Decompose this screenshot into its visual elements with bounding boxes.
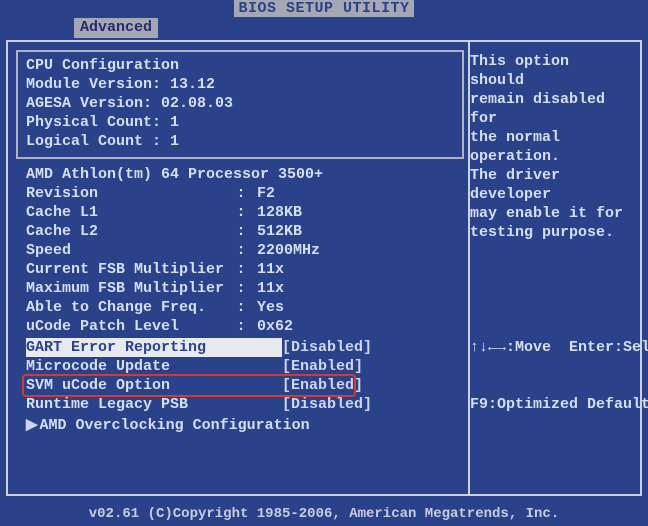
physical-count-row: Physical Count: 1 — [26, 113, 454, 132]
left-panel: CPU Configuration Module Version: 13.12 … — [16, 50, 464, 486]
footer-copyright: v02.61 (C)Copyright 1985-2006, American … — [0, 506, 648, 522]
option-value: [Enabled] — [282, 376, 363, 395]
cpu-info-row: Cache L1 : 128KB — [26, 203, 454, 222]
option-label: Microcode Update — [26, 357, 282, 376]
colon: : — [234, 184, 248, 203]
cpu-config-box: CPU Configuration Module Version: 13.12 … — [16, 50, 464, 159]
tab-advanced[interactable]: Advanced — [74, 18, 158, 38]
option-gart-error-reporting[interactable]: GART Error Reporting[Disabled] — [26, 338, 454, 357]
help-text: This option should remain disabled for t… — [466, 50, 632, 244]
key-hints: ↑↓←→:Move Enter:Select F9:Optimized Defa… — [470, 300, 628, 452]
colon: : — [234, 317, 248, 336]
submenu-row[interactable]: ▶AMD Overclocking Configuration — [16, 414, 464, 435]
cpu-info-block: AMD Athlon(tm) 64 Processor 3500+ Revisi… — [16, 165, 464, 336]
title-bar: BIOS SETUP UTILITY — [0, 0, 648, 18]
info-label: Maximum FSB Multiplier — [26, 279, 234, 298]
option-microcode-update[interactable]: Microcode Update[Enabled] — [26, 357, 454, 376]
agesa-version-label: AGESA Version: — [26, 94, 152, 113]
help-line: The driver developer — [470, 166, 628, 204]
option-value: [Enabled] — [282, 357, 363, 376]
colon: : — [234, 222, 248, 241]
agesa-version-row: AGESA Version: 02.08.03 — [26, 94, 454, 113]
cpu-info-row: Speed : 2200MHz — [26, 241, 454, 260]
options-list: GART Error Reporting[Disabled]Microcode … — [16, 336, 464, 414]
module-version-value: 13.12 — [170, 75, 215, 94]
info-value: Yes — [248, 298, 454, 317]
info-label: Able to Change Freq. — [26, 298, 234, 317]
right-panel: This option should remain disabled for t… — [466, 50, 632, 486]
info-label: Current FSB Multiplier — [26, 260, 234, 279]
cpu-info-row: Current FSB Multiplier: 11x — [26, 260, 454, 279]
key-hint-move: ↑↓←→:Move Enter:Select — [470, 338, 628, 357]
info-value: 512KB — [248, 222, 454, 241]
info-value: 11x — [248, 279, 454, 298]
main-frame: CPU Configuration Module Version: 13.12 … — [6, 40, 642, 496]
agesa-version-value: 02.08.03 — [161, 94, 233, 113]
info-value: 2200MHz — [248, 241, 454, 260]
module-version-row: Module Version: 13.12 — [26, 75, 454, 94]
info-label: Revision — [26, 184, 234, 203]
option-svm-ucode-option[interactable]: SVM uCode Option[Enabled] — [26, 376, 454, 395]
cpu-info-row: Revision : F2 — [26, 184, 454, 203]
help-line: testing purpose. — [470, 223, 628, 242]
colon: : — [234, 203, 248, 222]
physical-count-label: Physical Count: — [26, 113, 161, 132]
info-value: 0x62 — [248, 317, 454, 336]
physical-count-value: 1 — [170, 113, 179, 132]
option-value: [Disabled] — [282, 338, 372, 357]
option-label: GART Error Reporting — [26, 338, 282, 357]
colon: : — [234, 279, 248, 298]
info-label: Cache L1 — [26, 203, 234, 222]
tab-strip: Advanced — [0, 18, 648, 40]
info-label: Speed — [26, 241, 234, 260]
cpu-info-row: Able to Change Freq. : Yes — [26, 298, 454, 317]
help-line: may enable it for — [470, 204, 628, 223]
option-runtime-legacy-psb[interactable]: Runtime Legacy PSB[Disabled] — [26, 395, 454, 414]
colon: : — [234, 260, 248, 279]
title-text: BIOS SETUP UTILITY — [234, 0, 413, 17]
help-line: remain disabled for — [470, 90, 628, 128]
colon: : — [234, 241, 248, 260]
info-value: 128KB — [248, 203, 454, 222]
option-label: SVM uCode Option — [26, 376, 282, 395]
cpu-info-row: uCode Patch Level : 0x62 — [26, 317, 454, 336]
info-value: F2 — [248, 184, 454, 203]
option-label: Runtime Legacy PSB — [26, 395, 282, 414]
module-version-label: Module Version: — [26, 75, 161, 94]
cpu-name: AMD Athlon(tm) 64 Processor 3500+ — [26, 165, 454, 184]
chevron-right-icon: ▶ — [26, 417, 38, 434]
key-hint-defaults: F9:Optimized Defaults — [470, 395, 628, 414]
cpu-config-heading: CPU Configuration — [26, 56, 454, 75]
help-line: This option should — [470, 52, 628, 90]
info-label: Cache L2 — [26, 222, 234, 241]
option-value: [Disabled] — [282, 395, 372, 414]
help-line: the normal operation. — [470, 128, 628, 166]
cpu-info-row: Cache L2 : 512KB — [26, 222, 454, 241]
colon: : — [234, 298, 248, 317]
logical-count-label: Logical Count : — [26, 132, 161, 151]
logical-count-value: 1 — [170, 132, 179, 151]
info-value: 11x — [248, 260, 454, 279]
cpu-info-row: Maximum FSB Multiplier: 11x — [26, 279, 454, 298]
info-label: uCode Patch Level — [26, 317, 234, 336]
logical-count-row: Logical Count : 1 — [26, 132, 454, 151]
submenu-label: AMD Overclocking Configuration — [40, 417, 310, 434]
